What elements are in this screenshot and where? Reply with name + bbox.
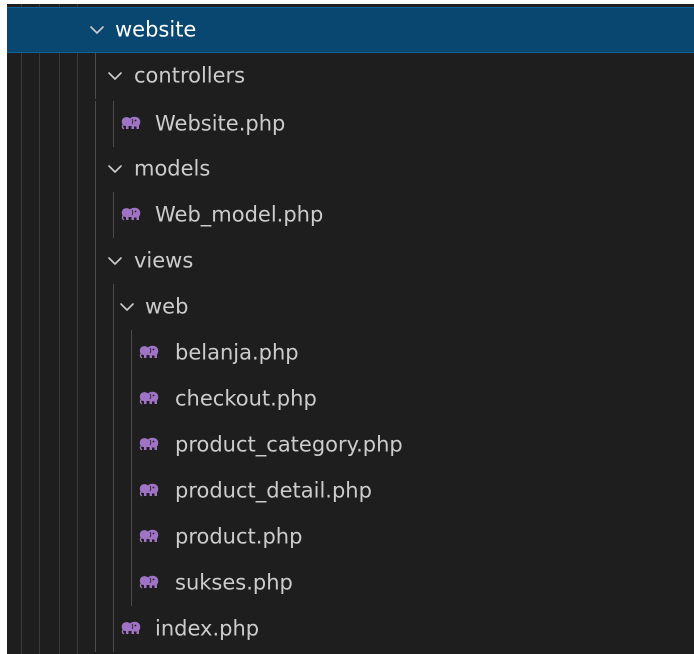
indent-guide	[95, 330, 96, 376]
indent-guide	[95, 53, 96, 99]
folder-label: views	[134, 248, 194, 273]
php-elephant-icon	[138, 574, 160, 590]
indent-guide	[95, 514, 96, 560]
folder-label: controllers	[134, 63, 246, 88]
folder-views[interactable]: views	[7, 238, 694, 284]
file-product-detail-php[interactable]: product_detail.php	[7, 468, 694, 514]
indent-guide	[113, 560, 114, 606]
indent-guide	[95, 376, 96, 422]
file-label: belanja.php	[175, 340, 299, 365]
indent-guide	[95, 606, 96, 652]
indent-guide	[131, 514, 132, 560]
chevron-down-icon[interactable]	[107, 253, 123, 269]
file-website-php[interactable]: Website.php	[7, 101, 694, 147]
indent-guide	[131, 468, 132, 514]
folder-label: web	[145, 294, 189, 319]
folder-models[interactable]: models	[7, 146, 694, 192]
indent-guide	[95, 560, 96, 606]
file-product-category-php[interactable]: product_category.php	[7, 422, 694, 468]
indent-guide	[131, 330, 132, 376]
chevron-down-icon[interactable]	[89, 22, 105, 38]
indent-guide	[113, 284, 114, 330]
indent-guide	[113, 192, 114, 238]
php-elephant-icon	[120, 620, 142, 636]
php-elephant-icon	[120, 115, 142, 131]
folder-label: models	[134, 156, 211, 181]
chevron-down-icon[interactable]	[119, 299, 135, 315]
file-label: product.php	[175, 524, 303, 549]
file-sukses-php[interactable]: sukses.php	[7, 560, 694, 606]
file-explorer: website controllers Website.php models W…	[7, 4, 694, 654]
php-elephant-icon	[138, 528, 160, 544]
indent-guide	[113, 514, 114, 560]
file-web-model-php[interactable]: Web_model.php	[7, 192, 694, 238]
indent-guide	[131, 422, 132, 468]
file-label: Web_model.php	[155, 202, 324, 227]
folder-web[interactable]: web	[7, 284, 694, 330]
chevron-down-icon[interactable]	[107, 161, 123, 177]
folder-website[interactable]: website	[7, 7, 694, 53]
file-label: Website.php	[155, 111, 286, 136]
indent-guide	[95, 238, 96, 284]
chevron-down-icon[interactable]	[107, 68, 123, 84]
indent-guide	[113, 422, 114, 468]
indent-guide	[113, 101, 114, 147]
indent-guide	[131, 560, 132, 606]
indent-guide	[113, 606, 114, 652]
file-label: sukses.php	[175, 570, 293, 595]
indent-guide	[95, 192, 96, 238]
indent-guide	[113, 376, 114, 422]
file-label: product_category.php	[175, 432, 403, 457]
indent-guide	[131, 376, 132, 422]
indent-guide	[113, 330, 114, 376]
file-checkout-php[interactable]: checkout.php	[7, 376, 694, 422]
indent-guide	[95, 468, 96, 514]
file-label: index.php	[155, 616, 260, 641]
php-elephant-icon	[138, 436, 160, 452]
indent-guide	[95, 422, 96, 468]
folder-label: website	[115, 17, 197, 42]
file-label: checkout.php	[175, 386, 317, 411]
file-label: product_detail.php	[175, 478, 372, 503]
php-elephant-icon	[138, 482, 160, 498]
indent-guide	[95, 284, 96, 330]
php-elephant-icon	[138, 344, 160, 360]
file-belanja-php[interactable]: belanja.php	[7, 330, 694, 376]
file-product-php[interactable]: product.php	[7, 514, 694, 560]
indent-guide	[95, 101, 96, 147]
file-index-php[interactable]: index.php	[7, 606, 694, 652]
indent-guide	[95, 146, 96, 192]
php-elephant-icon	[120, 206, 142, 222]
indent-guide	[113, 468, 114, 514]
folder-controllers[interactable]: controllers	[7, 53, 694, 99]
php-elephant-icon	[138, 390, 160, 406]
